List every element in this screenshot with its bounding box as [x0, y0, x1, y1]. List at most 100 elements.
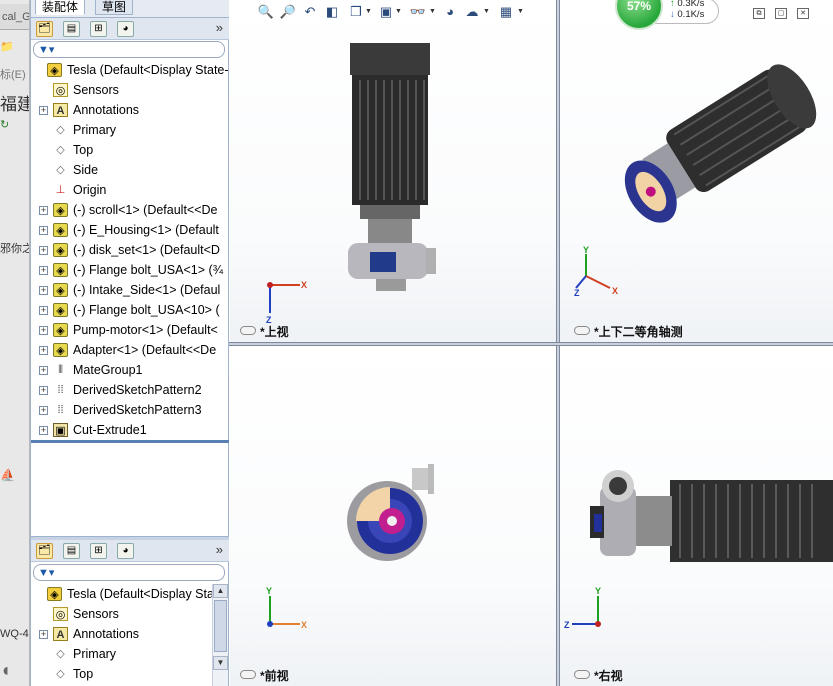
tree-item-label: (-) Flange bolt_USA<10> ( [73, 303, 220, 317]
filter-icon[interactable]: ▼▾ [38, 43, 54, 56]
expand-icon[interactable]: + [39, 630, 48, 639]
tree-item-label: Primary [73, 647, 117, 661]
expand-icon[interactable]: + [39, 366, 48, 375]
tree-item[interactable]: ◈ Tesla (Default<Display State- [31, 60, 229, 80]
memory-usage-badge[interactable]: 57% [615, 0, 663, 30]
background-tab[interactable]: cal_G [0, 4, 29, 30]
tree-item[interactable]: + ◈ (-) Flange bolt_USA<10> ( [31, 300, 229, 320]
tree-item[interactable]: + ⁞⁞ DerivedSketchPattern3 [31, 400, 229, 420]
more-tabs-icon[interactable]: » [216, 542, 223, 557]
featuremanager-tree-icon[interactable]: 🗂 [36, 21, 53, 37]
viewport-label-front[interactable]: *前视 [240, 667, 289, 684]
tree-item[interactable]: + ◈ (-) Intake_Side<1> (Defaul [31, 280, 229, 300]
tree-item[interactable]: ◇ Primary [31, 120, 229, 140]
download-arrow-icon: ↓ [670, 9, 675, 20]
propertymanager-icon[interactable]: ▤ [63, 21, 80, 37]
tree-item[interactable]: + ⫴ MateGroup1 [31, 360, 229, 380]
tree-item[interactable]: ◇ Top [31, 140, 229, 160]
tree-item[interactable]: + ◈ Adapter<1> (Default<<De [31, 340, 229, 360]
tree-item-label: Primary [73, 123, 117, 137]
viewport-right[interactable]: Y Z *右视 [560, 346, 833, 686]
tree-filter-input[interactable]: ▼▾ [33, 41, 225, 58]
tree-item[interactable]: + ⁞⁞ DerivedSketchPattern2 [31, 380, 229, 400]
scroll-up-arrow[interactable]: ▲ [213, 584, 228, 598]
scroll-thumb[interactable] [214, 600, 227, 652]
expand-icon[interactable]: + [39, 386, 48, 395]
filter-icon[interactable]: ▼▾ [38, 566, 54, 579]
background-refresh-icon[interactable]: ↻ [0, 118, 29, 131]
viewport-isometric[interactable]: Y X Z *上下二等角轴测 [560, 0, 833, 342]
expand-icon[interactable]: + [39, 346, 48, 355]
expand-icon[interactable]: + [39, 326, 48, 335]
tree-item[interactable]: + A Annotations [31, 100, 229, 120]
tree-filter-input-2[interactable]: ▼▾ [33, 564, 225, 581]
restore-icon[interactable]: ⧉ [753, 8, 765, 19]
tree-item[interactable]: ◇ Primary [31, 644, 229, 664]
chevron-down-icon[interactable]: ▼ [395, 8, 402, 15]
viewport-label-top[interactable]: *上视 [240, 323, 289, 340]
tree-item[interactable]: ◇ Side [31, 160, 229, 180]
view-orientation-icon[interactable]: ❒ [347, 3, 365, 21]
tree-item[interactable]: ◎ Sensors [31, 80, 229, 100]
display-style-icon[interactable]: ▣ [377, 3, 395, 21]
zoom-to-area-icon[interactable]: 🔎 [279, 3, 297, 21]
tree-item[interactable]: ◎ Sensors [31, 604, 229, 624]
hide-show-items-icon[interactable]: 👓 [409, 3, 427, 21]
chevron-down-icon[interactable]: ▼ [483, 8, 490, 15]
graphics-area[interactable]: X Z *上视 Y X Z *上下二等角轴测 Y X *前视 Y Z *右视 🔍… [229, 0, 833, 686]
tab-sketch[interactable]: 草图 [95, 0, 134, 15]
tree-item[interactable]: + ◈ (-) disk_set<1> (Default<D [31, 240, 229, 260]
apply-scene-icon[interactable]: ☁ [463, 3, 481, 21]
viewport-label-right[interactable]: *右视 [574, 667, 623, 684]
more-tabs-icon[interactable]: » [216, 20, 223, 35]
tree-item-label: Top [73, 667, 94, 681]
propertymanager-icon[interactable]: ▤ [63, 543, 80, 559]
tree-item[interactable]: ◇ Top [31, 664, 229, 684]
viewport-front[interactable]: Y X *前视 [230, 346, 556, 686]
expand-icon[interactable]: + [39, 266, 48, 275]
expand-icon[interactable]: + [39, 286, 48, 295]
tree-item[interactable]: ⊥ Origin [31, 180, 229, 200]
tree-scrollbar[interactable]: ▲ ▼ [212, 584, 228, 686]
edit-appearance-icon[interactable]: ◕ [441, 3, 459, 21]
viewport-horizontal-divider[interactable] [229, 342, 833, 346]
tree-item[interactable]: ◈ Tesla (Default<Display State [31, 584, 229, 604]
displaymanager-icon[interactable]: ◕ [117, 543, 134, 559]
tree-item[interactable]: + ▣ Cut-Extrude1 [31, 420, 229, 440]
previous-view-icon[interactable]: ↶ [301, 3, 319, 21]
network-speed-widget[interactable]: ↑ 0.3K/s ↓ 0.1K/s 57% [615, 0, 725, 30]
featuremanager-tree-icon[interactable]: 🗂 [36, 543, 53, 559]
background-menu-item[interactable]: 标(E) [0, 66, 29, 82]
viewport-label-isometric[interactable]: *上下二等角轴测 [574, 323, 683, 340]
view-settings-icon[interactable]: ▦ [497, 3, 515, 21]
configurationmanager-icon[interactable]: ⊞ [90, 543, 107, 559]
mates-icon: ⫴ [58, 364, 63, 376]
chevron-down-icon[interactable]: ▼ [365, 8, 372, 15]
tree-item[interactable]: + ◈ (-) Flange bolt_USA<1> (¾ [31, 260, 229, 280]
expand-icon[interactable]: + [39, 226, 48, 235]
tree-item[interactable]: + A Annotations [31, 624, 229, 644]
viewport-top[interactable]: X Z *上视 [230, 0, 556, 342]
maximize-icon[interactable]: ▢ [775, 8, 787, 19]
tree-item[interactable]: + ◈ Pump-motor<1> (Default< [31, 320, 229, 340]
plane-icon: ◇ [56, 144, 65, 156]
configurationmanager-icon[interactable]: ⊞ [90, 21, 107, 37]
expand-icon[interactable]: + [39, 206, 48, 215]
tab-assembly[interactable]: 装配体 [35, 0, 86, 15]
background-text: 邪你之 [0, 243, 30, 255]
displaymanager-icon[interactable]: ◕ [117, 21, 134, 37]
section-view-icon[interactable]: ◧ [323, 3, 341, 21]
expand-icon[interactable]: + [39, 246, 48, 255]
scroll-down-arrow[interactable]: ▼ [213, 656, 228, 670]
tree-item[interactable]: + ◈ (-) E_Housing<1> (Default [31, 220, 229, 240]
expand-icon[interactable]: + [39, 106, 48, 115]
zoom-to-fit-icon[interactable]: 🔍 [257, 3, 275, 21]
close-icon[interactable]: ✕ [797, 8, 809, 19]
heads-up-view-toolbar: 🔍 🔎 ↶ ◧ ❒ ▼ ▣ ▼ 👓 ▼ ◕ ☁ ▼ ▦ ▼ [257, 0, 557, 24]
expand-icon[interactable]: + [39, 306, 48, 315]
tree-item[interactable]: + ◈ (-) scroll<1> (Default<<De [31, 200, 229, 220]
chevron-down-icon[interactable]: ▼ [429, 8, 436, 15]
chevron-down-icon[interactable]: ▼ [517, 8, 524, 15]
expand-icon[interactable]: + [39, 426, 48, 435]
expand-icon[interactable]: + [39, 406, 48, 415]
